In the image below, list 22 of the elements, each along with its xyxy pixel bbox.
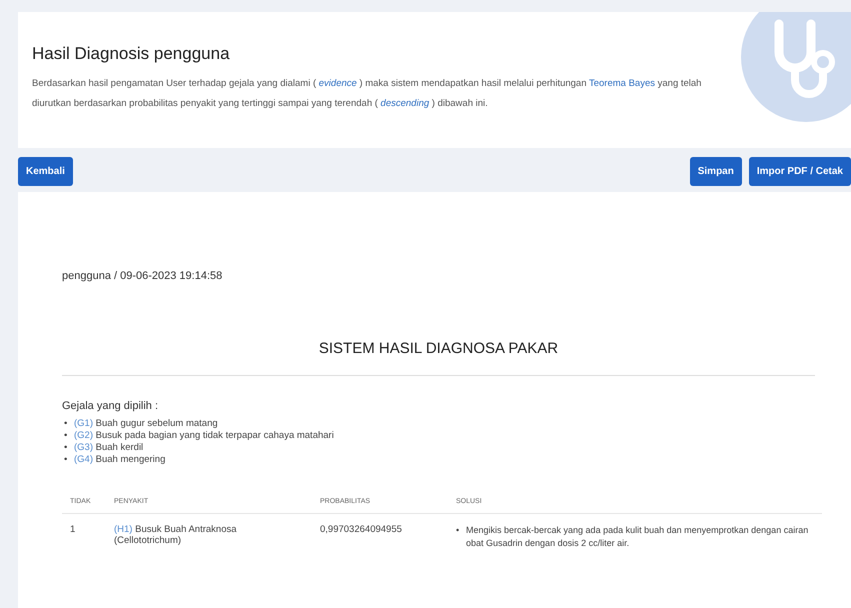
teorema-link[interactable]: Teorema Bayes — [588, 78, 655, 89]
symptom-item: (G3) Buah kerdil — [74, 442, 144, 454]
table-cell: (H1) Busuk Buah Antraknosa (Cellototrichum) — [114, 524, 237, 546]
table-cell: 1 — [70, 524, 76, 535]
save-button[interactable]: Simpan — [690, 157, 742, 186]
page-title: Hasil Diagnosis pengguna — [32, 44, 231, 64]
table-cell: 0,99703264094955 — [320, 524, 402, 535]
bullet: • — [64, 418, 68, 430]
solution-item: Mengikis bercak-bercak yang ada pada kulit buah dan menyemprotkan dengan cairan obat Gusadrin dengan dosis 2 cc/liter air. — [466, 524, 810, 550]
symptom-item: (G2) Busuk pada bagian yang tidak terpapar cahaya matahari — [74, 430, 334, 442]
report-title: SISTEM HASIL DIAGNOSA PAKAR — [318, 340, 560, 357]
bullet: • — [64, 430, 68, 442]
symptom-item: (G4) Buah mengering — [74, 454, 166, 466]
back-button[interactable]: Kembali — [18, 157, 73, 186]
bullet: • — [64, 442, 68, 454]
symptom-item: (G1) Buah gugur sebelum matang — [74, 418, 218, 430]
user-timestamp: pengguna / 09-06-2023 19:14:58 — [62, 270, 224, 282]
symptoms-heading: Gejala yang dipilih : — [62, 400, 160, 412]
print-button[interactable]: Impor PDF / Cetak — [748, 157, 851, 186]
description-text: Berdasarkan hasil pengamatan User terhadap gejala yang dialami ( evidence ) maka sistem mendapatkan hasil melalui perhitungan Teorema Bayes yang telah diurutkan berdasarkan probabilitas penyakit yang tertinggi sampai yang terendah ( descending ) dibawah ini. — [32, 77, 702, 111]
bullet: • — [64, 454, 68, 466]
bullet: • — [456, 524, 460, 537]
